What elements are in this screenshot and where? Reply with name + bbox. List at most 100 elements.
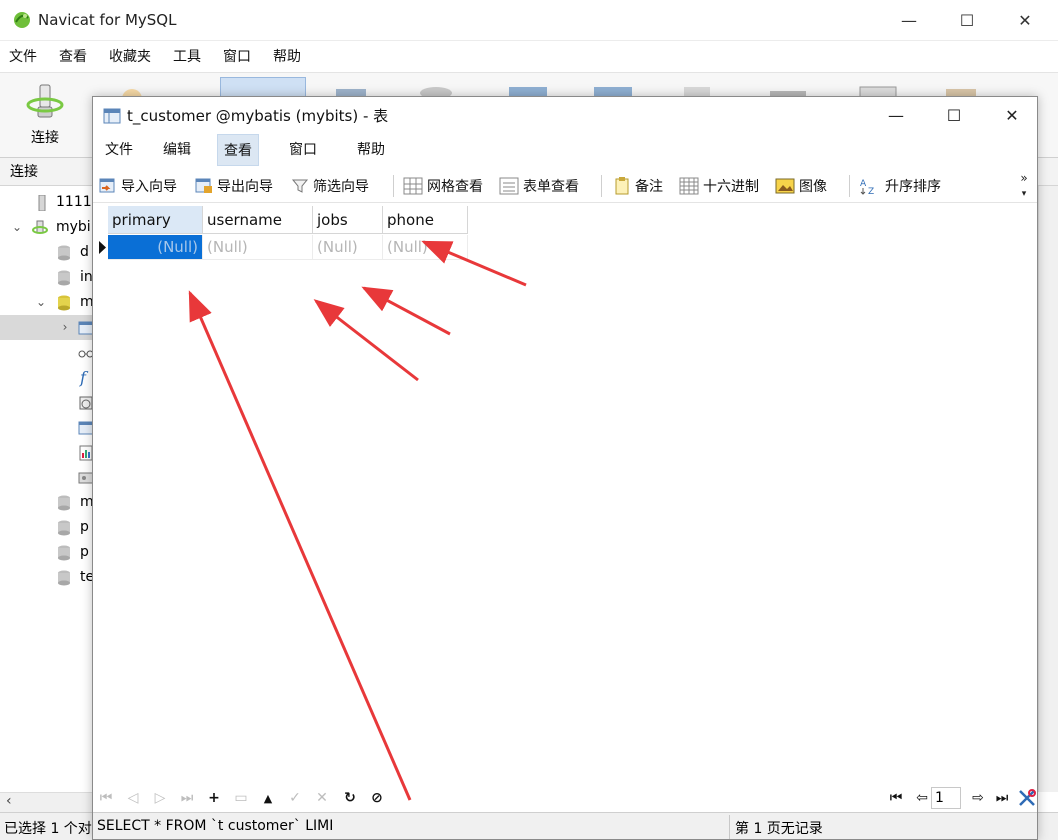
tree-label: d: [80, 244, 89, 260]
discard-changes-icon[interactable]: ✕: [313, 790, 331, 806]
database-icon: [58, 520, 70, 536]
import-wizard-button[interactable]: 导入向导: [99, 174, 177, 198]
column-header-phone[interactable]: phone: [383, 206, 468, 234]
hex-button[interactable]: 十六进制: [679, 174, 759, 198]
menu-help[interactable]: 帮助: [264, 41, 314, 73]
next-page-icon[interactable]: ⇨: [969, 790, 987, 806]
selection-status: 已选择 1 个对: [4, 821, 92, 837]
sort-ascending-button[interactable]: AZ 升序排序: [859, 174, 941, 198]
memo-button[interactable]: 备注: [613, 174, 663, 198]
column-header-jobs[interactable]: jobs: [313, 206, 383, 234]
table-minimize-button[interactable]: —: [867, 97, 925, 134]
grid-view-label: 网格查看: [427, 179, 483, 195]
chevron-right-icon[interactable]: ›: [58, 315, 72, 340]
svg-text:Z: Z: [868, 187, 874, 195]
tree-item-connection-1111[interactable]: 1111: [0, 190, 93, 215]
tmenu-help[interactable]: 帮助: [353, 134, 389, 166]
page-info: 第 1 页无记录: [735, 821, 823, 837]
tree-item-reports[interactable]: [0, 440, 93, 465]
last-record-icon[interactable]: ⏭: [178, 790, 196, 806]
tree-item-database[interactable]: m: [0, 490, 93, 515]
tmenu-view[interactable]: 查看: [217, 134, 259, 166]
refresh-icon[interactable]: ↻: [341, 790, 359, 806]
tmenu-file[interactable]: 文件: [101, 134, 137, 166]
menu-tools[interactable]: 工具: [164, 41, 214, 73]
svg-text:A: A: [860, 179, 867, 189]
tmenu-window[interactable]: 窗口: [285, 134, 321, 166]
menu-view[interactable]: 查看: [50, 41, 100, 73]
previous-page-icon[interactable]: ⇦: [913, 790, 931, 806]
connect-label: 连接: [31, 130, 59, 146]
last-page-icon[interactable]: ⏭: [993, 790, 1011, 806]
scroll-left-icon[interactable]: ‹: [6, 793, 12, 809]
next-record-icon[interactable]: ▷: [151, 790, 169, 806]
apply-changes-icon[interactable]: ✓: [286, 790, 304, 806]
connect-button[interactable]: 连接: [14, 79, 76, 155]
add-record-icon[interactable]: +: [205, 790, 223, 806]
table-tool-button[interactable]: [220, 77, 306, 97]
tree-item-events[interactable]: [0, 390, 93, 415]
tree-item-database-open[interactable]: ⌄ m: [0, 290, 93, 315]
chevron-down-icon[interactable]: ⌄: [10, 215, 24, 240]
maximize-icon: ☐: [959, 10, 975, 30]
column-header-primary[interactable]: primary: [108, 206, 203, 234]
pager-settings-icon[interactable]: [1017, 788, 1037, 808]
import-icon: [99, 178, 115, 193]
tree-item-database[interactable]: d: [0, 240, 93, 265]
table-icon: [103, 108, 121, 123]
delete-record-icon[interactable]: ▭: [232, 790, 250, 806]
tree-item-backups[interactable]: [0, 465, 93, 490]
cell-jobs[interactable]: (Null): [313, 235, 383, 260]
export-wizard-button[interactable]: 导出向导: [195, 174, 273, 198]
form-view-button[interactable]: 表单查看: [499, 174, 579, 198]
column-header-username[interactable]: username: [203, 206, 313, 234]
tree-item-database[interactable]: p: [0, 540, 93, 565]
main-vertical-scrollbar[interactable]: [1038, 186, 1058, 792]
tree-item-queries[interactable]: [0, 415, 93, 440]
main-titlebar: Navicat for MySQL — ☐ ✕: [0, 0, 1058, 40]
chevron-down-icon[interactable]: ⌄: [34, 290, 48, 315]
grid-view-icon: [403, 177, 423, 195]
queries-icon: [78, 421, 93, 435]
tree-item-views[interactable]: [0, 340, 93, 365]
cell-username[interactable]: (Null): [203, 235, 313, 260]
cell-primary[interactable]: (Null): [108, 235, 203, 260]
tree-item-functions[interactable]: f: [0, 365, 93, 390]
page-number-input[interactable]: 1: [931, 787, 961, 809]
maximize-icon: ☐: [946, 106, 962, 125]
menu-window[interactable]: 窗口: [214, 41, 264, 73]
filter-wizard-button[interactable]: 筛选向导: [291, 174, 369, 198]
first-page-icon[interactable]: ⏮: [887, 790, 905, 806]
grid-view-button[interactable]: 网格查看: [403, 174, 483, 198]
double-chevron-icon: »: [1020, 171, 1028, 185]
sidebar-horizontal-scrollbar[interactable]: ‹: [0, 792, 93, 812]
export-icon: [195, 178, 212, 193]
table-close-button[interactable]: ✕: [983, 97, 1037, 134]
tree-item-database[interactable]: in: [0, 265, 93, 290]
tmenu-edit[interactable]: 编辑: [159, 134, 195, 166]
database-icon: [58, 495, 70, 511]
move-up-icon[interactable]: ▲: [259, 790, 277, 806]
stop-icon[interactable]: ⊘: [368, 790, 386, 806]
close-button[interactable]: ✕: [996, 0, 1054, 40]
image-button[interactable]: 图像: [775, 174, 827, 198]
tree-item-database[interactable]: te: [0, 565, 93, 590]
minimize-button[interactable]: —: [880, 0, 938, 40]
previous-record-icon[interactable]: ◁: [124, 790, 142, 806]
views-icon: [78, 350, 93, 358]
toolbar-overflow-button[interactable]: » ▾: [1017, 169, 1031, 203]
data-grid[interactable]: primary username jobs phone (Null) (Null…: [93, 204, 1037, 784]
cell-phone[interactable]: (Null): [383, 235, 468, 260]
database-icon: [58, 545, 70, 561]
tree-item-tables[interactable]: ›: [0, 315, 93, 340]
image-icon: [775, 178, 795, 194]
tree-item-database[interactable]: p: [0, 515, 93, 540]
menu-file[interactable]: 文件: [0, 41, 50, 73]
menu-favorites[interactable]: 收藏夹: [100, 41, 164, 73]
memo-label: 备注: [635, 179, 663, 195]
database-icon: [58, 270, 70, 286]
first-record-icon[interactable]: ⏮: [97, 790, 115, 806]
tree-item-connection-mybi[interactable]: ⌄ mybi: [0, 215, 93, 240]
table-maximize-button[interactable]: ☐: [925, 97, 983, 134]
maximize-button[interactable]: ☐: [938, 0, 996, 40]
